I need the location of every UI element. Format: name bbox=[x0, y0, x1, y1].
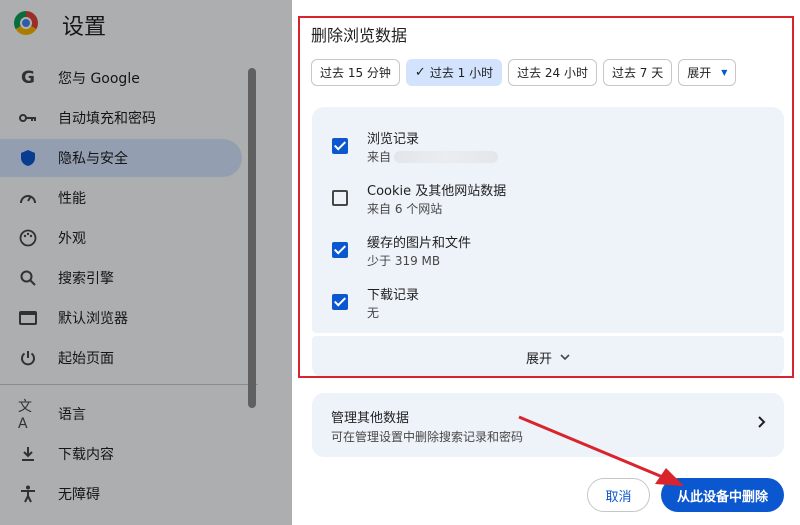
manage-subtitle: 可在管理设置中删除搜索记录和密码 bbox=[331, 430, 524, 444]
delete-from-device-button[interactable]: 从此设备中删除 bbox=[661, 478, 784, 512]
cancel-button[interactable]: 取消 bbox=[587, 478, 650, 512]
manage-other-data-card[interactable]: 管理其他数据 可在管理设置中删除搜索记录和密码 bbox=[312, 393, 784, 457]
chevron-right-icon bbox=[758, 413, 766, 432]
annotation-highlight-box bbox=[298, 16, 794, 378]
manage-title: 管理其他数据 bbox=[331, 411, 410, 426]
